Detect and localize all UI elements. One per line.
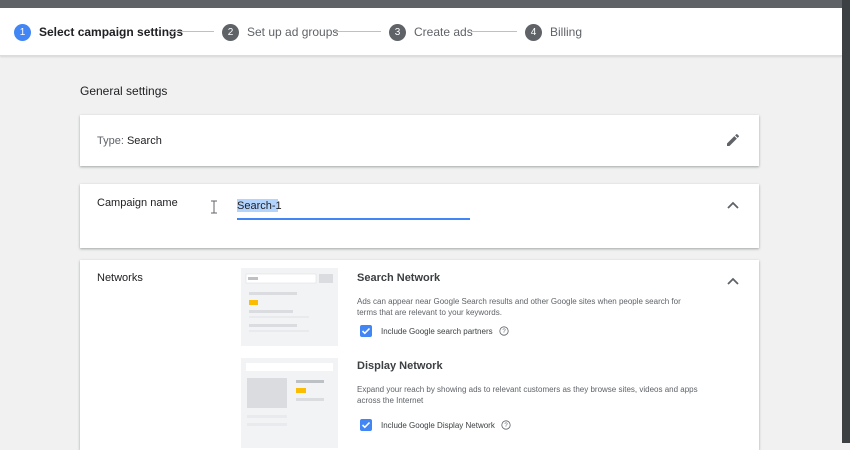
step-billing[interactable]: 4 Billing: [525, 23, 582, 41]
step-connector: [168, 31, 214, 32]
display-network-title: Display Network: [357, 360, 443, 372]
checkmark-icon: [361, 327, 371, 335]
campaign-name-card: Campaign name: [80, 184, 759, 248]
step-number: 2: [222, 23, 239, 41]
campaign-name-input[interactable]: [237, 196, 470, 220]
step-number: 1: [14, 23, 31, 41]
step-number: 4: [525, 23, 542, 41]
step-campaign-settings[interactable]: 1 Select campaign settings: [14, 23, 183, 41]
networks-card: Networks Search Network Ads can appear n…: [80, 260, 759, 450]
window-right-edge: [842, 0, 850, 443]
step-label: Select campaign settings: [39, 25, 184, 39]
step-create-ads[interactable]: 3 Create ads: [389, 23, 473, 41]
help-icon[interactable]: ?: [499, 326, 509, 336]
display-network-option: Include Google Display Network ?: [360, 419, 511, 431]
search-partners-label: Include Google search partners: [381, 326, 493, 336]
display-network-label: Include Google Display Network: [381, 420, 495, 430]
campaign-name-label: Campaign name: [97, 197, 178, 209]
step-label: Billing: [550, 25, 583, 39]
svg-text:?: ?: [502, 329, 506, 335]
pencil-icon[interactable]: [725, 132, 741, 148]
section-title: General settings: [80, 84, 168, 98]
svg-text:?: ?: [504, 423, 508, 429]
search-partners-checkbox[interactable]: [360, 325, 372, 337]
step-label: Create ads: [414, 25, 473, 39]
step-connector: [335, 31, 381, 32]
step-ad-groups[interactable]: 2 Set up ad groups: [222, 23, 338, 41]
text-cursor-icon: [211, 200, 217, 214]
step-number: 3: [389, 23, 406, 41]
type-value: Search: [126, 135, 162, 147]
window-top-bar: [0, 0, 850, 8]
type-label: Type: Search: [97, 135, 162, 147]
search-network-title: Search Network: [357, 272, 441, 284]
checkmark-icon: [361, 421, 371, 429]
campaign-stepper: 1 Select campaign settings 2 Set up ad g…: [0, 8, 842, 56]
search-network-description: Ads can appear near Google Search result…: [357, 297, 681, 317]
campaign-type-card: Type: Search: [80, 115, 759, 166]
step-connector: [471, 31, 517, 32]
chevron-up-icon[interactable]: [727, 201, 739, 209]
display-network-description: Expand your reach by showing ads to rele…: [357, 385, 698, 405]
help-icon[interactable]: ?: [501, 420, 511, 430]
search-partners-option: Include Google search partners ?: [360, 325, 509, 337]
display-network-checkbox[interactable]: [360, 419, 372, 431]
display-network-illustration: [241, 358, 338, 448]
networks-label: Networks: [97, 272, 143, 284]
step-label: Set up ad groups: [247, 25, 339, 39]
chevron-up-icon[interactable]: [727, 277, 739, 285]
search-network-illustration: [241, 268, 338, 346]
type-prefix: Type:: [97, 135, 124, 147]
